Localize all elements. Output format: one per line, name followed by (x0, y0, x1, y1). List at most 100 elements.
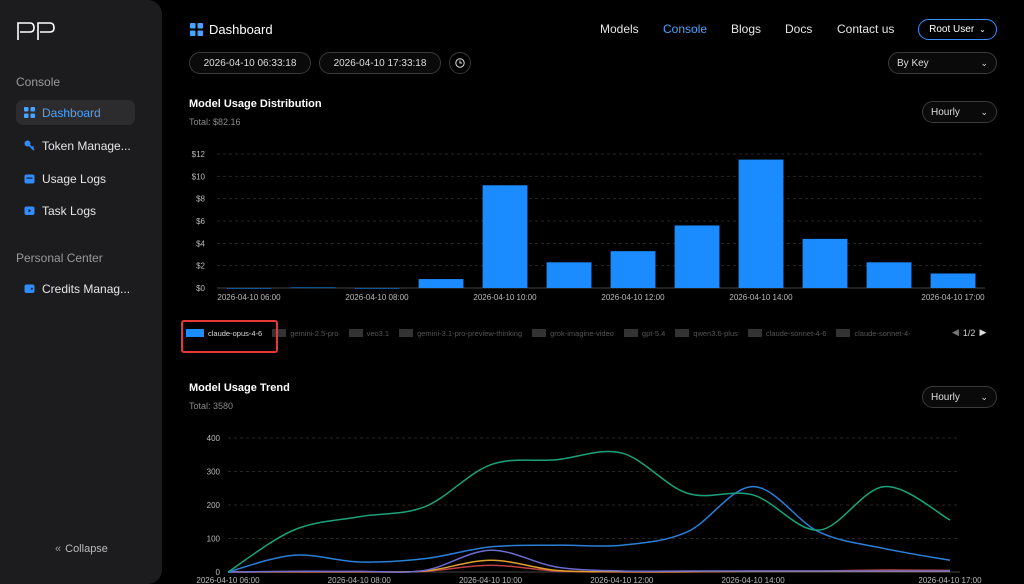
user-menu-button[interactable]: Root User ⌄ (918, 19, 997, 40)
sidebar-item-label: Task Logs (42, 203, 97, 218)
group-by-select[interactable]: By Key ⌄ (888, 52, 997, 74)
legend-swatch (348, 329, 363, 337)
bar (226, 288, 272, 289)
legend-item-gemini-2-5-pro[interactable]: gemini-2.5-pro (272, 329, 339, 338)
sidebar-item-task-logs[interactable]: Task Logs (16, 198, 135, 223)
legend-item-claude-sonnet-4-6[interactable]: claude-sonnet-4-6 (747, 329, 826, 338)
x-tick-label: 2026-04-10 06:00 (196, 576, 260, 584)
y-tick-label: $12 (192, 150, 206, 159)
key-icon (24, 140, 35, 151)
nav-blogs[interactable]: Blogs (731, 22, 761, 36)
x-tick-label: 2026-04-10 10:00 (459, 576, 523, 584)
bar (354, 288, 400, 289)
series-line (227, 485, 951, 573)
y-tick-label: 200 (207, 501, 221, 510)
sidebar-section-console: Console (16, 75, 61, 89)
triangle-left-icon[interactable]: ◀ (952, 327, 959, 338)
x-tick-label: 2026-04-10 08:00 (345, 293, 409, 302)
grid-icon (190, 23, 203, 36)
calendar-icon (24, 173, 35, 184)
legend-pager: ◀ 1/2 ▶ (952, 327, 987, 338)
legend-highlight-box (181, 320, 278, 353)
sidebar: Console Dashboard Token Manage... Usage … (0, 0, 162, 584)
nav-contact-us[interactable]: Contact us (837, 22, 894, 36)
series-line (227, 549, 950, 573)
bar (930, 273, 976, 288)
sidebar-item-label: Token Manage... (42, 138, 131, 153)
logo (17, 22, 55, 40)
y-tick-label: $2 (196, 262, 205, 271)
chevrons-left-icon: « (55, 543, 62, 555)
legend-swatch (399, 329, 414, 337)
sidebar-item-credits-management[interactable]: Credits Manag... (16, 276, 135, 301)
wallet-icon (24, 283, 35, 294)
start-date-picker[interactable]: 2026-04-10 06:33:18 (189, 52, 311, 74)
triangle-right-icon[interactable]: ▶ (979, 327, 986, 338)
legend-swatch (747, 329, 762, 337)
end-date-picker[interactable]: 2026-04-10 17:33:18 (319, 52, 441, 74)
bar (738, 159, 784, 288)
chevron-down-icon: ⌄ (979, 25, 986, 34)
legend-swatch (532, 329, 547, 337)
bar (802, 238, 848, 288)
x-tick-label: 2026-04-10 12:00 (590, 576, 654, 584)
chevron-down-icon: ⌄ (980, 57, 988, 68)
x-tick-label: 2026-04-10 14:00 (722, 576, 786, 584)
legend-swatch (675, 329, 690, 337)
nav-console[interactable]: Console (663, 22, 707, 36)
x-tick-label: 2026-04-10 17:00 (918, 576, 982, 584)
bar (610, 251, 656, 288)
y-tick-label: $0 (196, 284, 205, 293)
y-tick-label: 300 (207, 468, 221, 477)
y-tick-label: $6 (196, 217, 205, 226)
grid-icon (24, 107, 35, 118)
sidebar-item-label: Dashboard (42, 105, 101, 120)
page-title: Dashboard (190, 22, 273, 37)
legend-item-gpt-5-4[interactable]: gpt-5.4 (623, 329, 665, 338)
x-tick-label: 2026-04-10 06:00 (217, 293, 281, 302)
legend-swatch (836, 329, 851, 337)
x-tick-label: 2026-04-10 08:00 (328, 576, 392, 584)
chevron-down-icon: ⌄ (980, 391, 988, 402)
x-tick-label: 2026-04-10 17:00 (921, 293, 985, 302)
trend-interval-select[interactable]: Hourly ⌄ (922, 386, 997, 408)
distribution-title: Model Usage Distribution (189, 98, 322, 110)
distribution-bar-chart: $0 $2 $4 $6 $8 $10 $12 2026-04-10 06:00 2026-04-… (192, 150, 985, 302)
trend-title: Model Usage Trend (189, 382, 290, 394)
bar (866, 262, 912, 288)
trend-line-chart: 01002003004002026-04-10 06:00 2026-04-10 … (196, 434, 982, 584)
legend-item-grok-imagine-video[interactable]: grok-imagine-video (532, 329, 614, 338)
legend-swatch (623, 329, 638, 337)
sidebar-item-label: Credits Manag... (42, 281, 131, 296)
bar (482, 185, 528, 288)
sidebar-item-token-management[interactable]: Token Manage... (16, 133, 135, 158)
nav-models[interactable]: Models (600, 22, 639, 36)
video-icon (24, 205, 35, 216)
bar (674, 225, 720, 288)
collapse-button[interactable]: «Collapse (55, 543, 108, 555)
nav-docs[interactable]: Docs (785, 22, 812, 36)
x-tick-label: 2026-04-10 14:00 (729, 293, 793, 302)
series-line (227, 450, 951, 573)
trend-total: Total: 3580 (189, 401, 234, 411)
bar (290, 287, 336, 289)
legend-item-claude-sonnet-4[interactable]: claude-sonnet-4- (836, 329, 911, 338)
y-tick-label: 100 (207, 535, 221, 544)
sidebar-item-dashboard[interactable]: Dashboard (16, 100, 135, 125)
distribution-total: Total: $82.16 (189, 117, 241, 127)
sidebar-section-personal: Personal Center (16, 251, 103, 265)
y-tick-label: $4 (196, 239, 205, 248)
y-tick-label: $8 (196, 195, 205, 204)
y-tick-label: 400 (207, 434, 221, 443)
legend-item-qwen3-6-plus[interactable]: qwen3.6-plus (675, 329, 738, 338)
sidebar-item-label: Usage Logs (42, 171, 107, 186)
distribution-interval-select[interactable]: Hourly ⌄ (922, 101, 997, 123)
chevron-down-icon: ⌄ (980, 106, 988, 117)
y-tick-label: $10 (192, 172, 206, 181)
legend-item-gemini-3-1-pro[interactable]: gemini-3.1-pro-preview-thinking (399, 329, 522, 338)
legend-item-veo3-1[interactable]: veo3.1 (348, 329, 389, 338)
x-tick-label: 2026-04-10 10:00 (473, 293, 537, 302)
clock-button[interactable] (449, 52, 471, 74)
distribution-legend: claude-opus-4-6 gemini-2.5-pro veo3.1 ge… (186, 324, 921, 342)
sidebar-item-usage-logs[interactable]: Usage Logs (16, 166, 135, 191)
